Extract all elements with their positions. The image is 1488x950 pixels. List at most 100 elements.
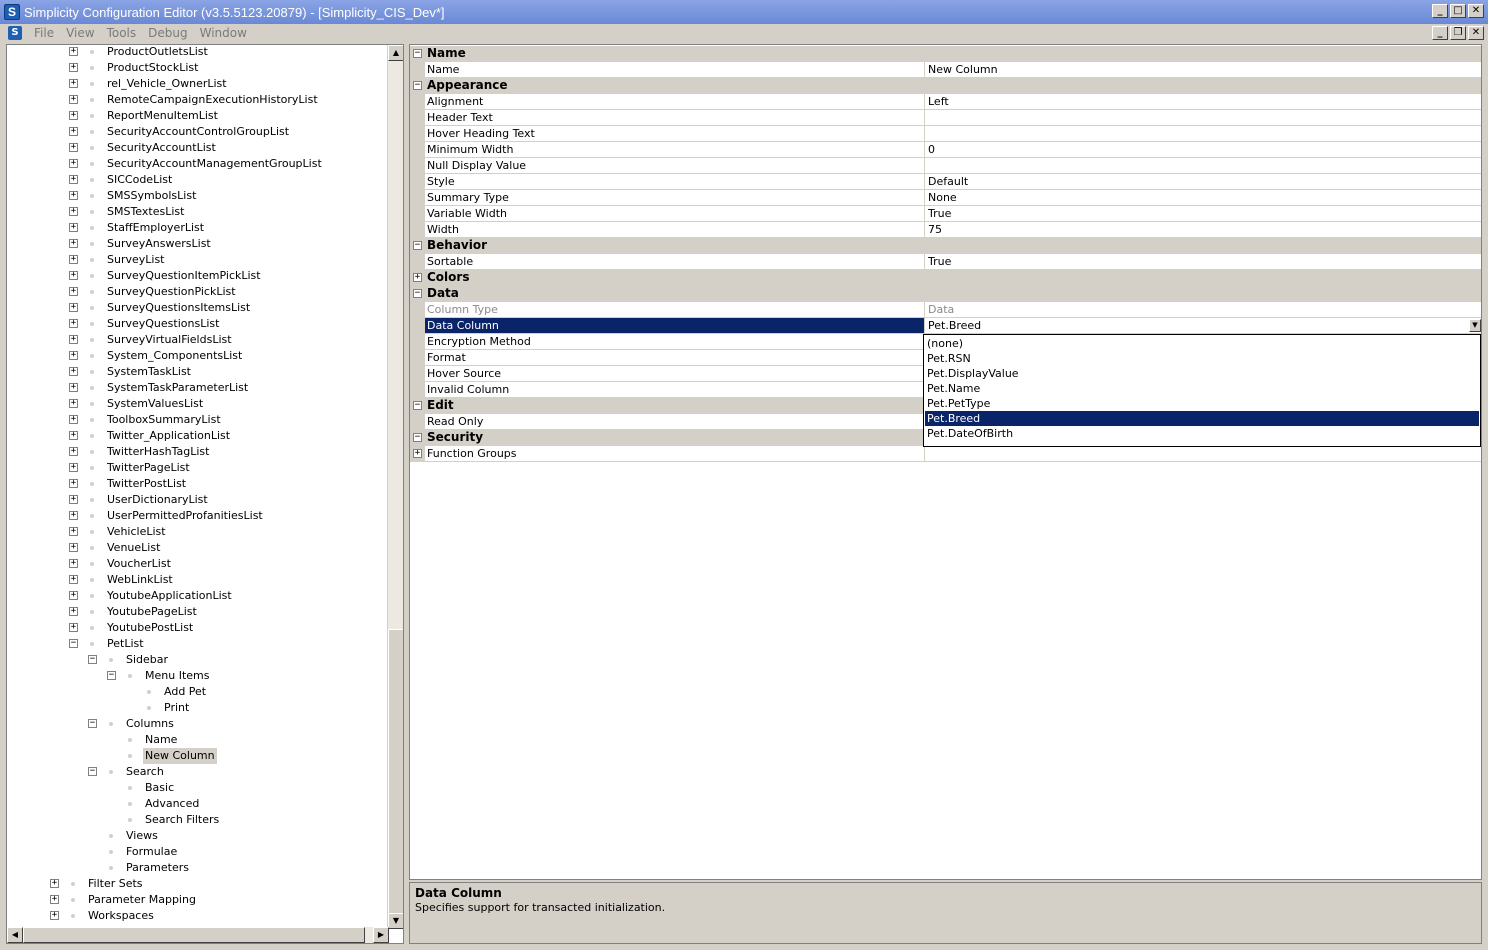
property-category[interactable]: − Behavior xyxy=(410,238,1481,254)
dropdown-arrow-icon[interactable]: ▼ xyxy=(1469,319,1481,332)
tree-node-label[interactable]: TwitterPostList xyxy=(105,476,188,492)
collapse-icon[interactable]: − xyxy=(69,639,78,648)
tree-node-label[interactable]: System_ComponentsList xyxy=(105,348,244,364)
property-row[interactable]: Style Default xyxy=(410,174,1481,190)
expand-icon[interactable]: + xyxy=(69,239,78,248)
property-row[interactable]: Header Text xyxy=(410,110,1481,126)
property-value[interactable] xyxy=(925,110,1481,126)
tree-node-label[interactable]: SurveyQuestionsList xyxy=(105,316,221,332)
expand-icon[interactable]: + xyxy=(69,543,78,552)
maximize-icon[interactable]: □ xyxy=(1450,4,1466,18)
property-value[interactable]: Pet.Breed ▼ xyxy=(925,318,1481,334)
tree-node-label[interactable]: SurveyQuestionsItemsList xyxy=(105,300,252,316)
tree-node-label[interactable]: SystemTaskList xyxy=(105,364,193,380)
dropdown-option[interactable]: Pet.PetType xyxy=(925,396,1479,411)
dropdown-option[interactable]: Pet.Breed xyxy=(925,411,1479,426)
tree-node[interactable]: + TwitterPostList xyxy=(7,476,387,492)
property-name[interactable]: Alignment xyxy=(425,94,925,110)
tree-node[interactable]: + TwitterHashTagList xyxy=(7,444,387,460)
tree-node-label[interactable]: Filter Sets xyxy=(86,876,145,892)
expand-icon[interactable]: + xyxy=(50,879,59,888)
tree-node-label[interactable]: VoucherList xyxy=(105,556,173,572)
tree-node-label[interactable]: Sidebar xyxy=(124,652,170,668)
tree-node-label[interactable]: Search Filters xyxy=(143,812,221,828)
tree-node[interactable]: Parameters xyxy=(7,860,387,876)
tree-node-label[interactable]: Formulae xyxy=(124,844,179,860)
expand-icon[interactable]: + xyxy=(69,559,78,568)
tree-node-label[interactable]: Parameters xyxy=(124,860,191,876)
expand-icon[interactable]: + xyxy=(69,223,78,232)
property-name[interactable]: Format xyxy=(425,350,925,366)
property-name[interactable]: Hover Source xyxy=(425,366,925,382)
tree-node[interactable]: + WebLinkList xyxy=(7,572,387,588)
property-row[interactable]: Null Display Value xyxy=(410,158,1481,174)
tree-node[interactable]: + SurveyList xyxy=(7,252,387,268)
tree-node-label[interactable]: ReportMenuItemList xyxy=(105,108,220,124)
collapse-icon[interactable]: − xyxy=(413,49,422,58)
tree-node-label[interactable]: YoutubePostList xyxy=(105,620,195,636)
tree-node[interactable]: Name xyxy=(7,732,387,748)
tree-node[interactable]: − Columns xyxy=(7,716,387,732)
tree-node-label[interactable]: StaffEmployerList xyxy=(105,220,206,236)
scroll-up-icon[interactable]: ▲ xyxy=(388,45,403,61)
scroll-thumb[interactable] xyxy=(388,629,403,925)
tree-node[interactable]: Basic xyxy=(7,780,387,796)
tree-node-label[interactable]: Print xyxy=(162,700,191,716)
tree-node-label[interactable]: TwitterHashTagList xyxy=(105,444,211,460)
tree-node-label[interactable]: ProductOutletsList xyxy=(105,45,210,60)
property-value[interactable]: 0 xyxy=(925,142,1481,158)
tree-node-label[interactable]: RemoteCampaignExecutionHistoryList xyxy=(105,92,320,108)
tree-node-label[interactable]: New Column xyxy=(143,748,217,764)
tree-node[interactable]: + VehicleList xyxy=(7,524,387,540)
tree-node[interactable]: + SystemTaskParameterList xyxy=(7,380,387,396)
tree-node-label[interactable]: SurveyAnswersList xyxy=(105,236,213,252)
tree-node[interactable]: + SurveyAnswersList xyxy=(7,236,387,252)
property-row[interactable]: Minimum Width 0 xyxy=(410,142,1481,158)
property-category[interactable]: − Appearance xyxy=(410,78,1481,94)
tree-node-label[interactable]: SurveyList xyxy=(105,252,167,268)
minimize-icon[interactable]: _ xyxy=(1432,4,1448,18)
tree-node[interactable]: − Menu Items xyxy=(7,668,387,684)
tree-node[interactable]: + Filter Sets xyxy=(7,876,387,892)
property-row[interactable]: Column Type Data xyxy=(410,302,1481,318)
tree-node[interactable]: + ToolboxSummaryList xyxy=(7,412,387,428)
tree-node[interactable]: + YoutubeApplicationList xyxy=(7,588,387,604)
tree-node[interactable]: + SMSTextesList xyxy=(7,204,387,220)
collapse-icon[interactable]: − xyxy=(107,671,116,680)
property-row[interactable]: Hover Heading Text xyxy=(410,126,1481,142)
tree-node-label[interactable]: Basic xyxy=(143,780,176,796)
expand-icon[interactable]: + xyxy=(69,127,78,136)
collapse-icon[interactable]: − xyxy=(413,433,422,442)
tree-node[interactable]: New Column xyxy=(7,748,387,764)
property-value[interactable]: None xyxy=(925,190,1481,206)
tree-node-label[interactable]: SurveyQuestionItemPickList xyxy=(105,268,263,284)
expand-icon[interactable]: + xyxy=(69,399,78,408)
expand-icon[interactable]: + xyxy=(69,367,78,376)
menu-view[interactable]: View xyxy=(60,26,100,40)
property-value[interactable] xyxy=(925,158,1481,174)
expand-icon[interactable]: + xyxy=(69,623,78,632)
tree-node[interactable]: Print xyxy=(7,700,387,716)
property-category[interactable]: + Colors xyxy=(410,270,1481,286)
property-row[interactable]: Alignment Left xyxy=(410,94,1481,110)
tree-node-label[interactable]: SICCodeList xyxy=(105,172,174,188)
expand-icon[interactable]: + xyxy=(69,319,78,328)
tree-node[interactable]: + TwitterPageList xyxy=(7,460,387,476)
tree-node[interactable]: − Sidebar xyxy=(7,652,387,668)
expand-icon[interactable]: + xyxy=(69,47,78,56)
tree-node[interactable]: + SurveyQuestionsList xyxy=(7,316,387,332)
expand-icon[interactable]: + xyxy=(69,383,78,392)
collapse-icon[interactable]: − xyxy=(413,81,422,90)
h-scroll-thumb[interactable] xyxy=(23,927,365,943)
tree-node-label[interactable]: YoutubeApplicationList xyxy=(105,588,234,604)
tree-view[interactable]: + ProductOutletsList + ProductStockList + rel… xyxy=(6,44,404,944)
property-name[interactable]: Function Groups xyxy=(425,446,925,462)
property-name[interactable]: Read Only xyxy=(425,414,925,430)
collapse-icon[interactable]: − xyxy=(88,767,97,776)
expand-icon[interactable]: + xyxy=(69,335,78,344)
menu-window[interactable]: Window xyxy=(194,26,253,40)
tree-node[interactable]: + SMSSymbolsList xyxy=(7,188,387,204)
expand-icon[interactable]: + xyxy=(69,95,78,104)
property-value[interactable]: 75 xyxy=(925,222,1481,238)
dropdown-option[interactable]: Pet.DateOfBirth xyxy=(925,426,1479,441)
